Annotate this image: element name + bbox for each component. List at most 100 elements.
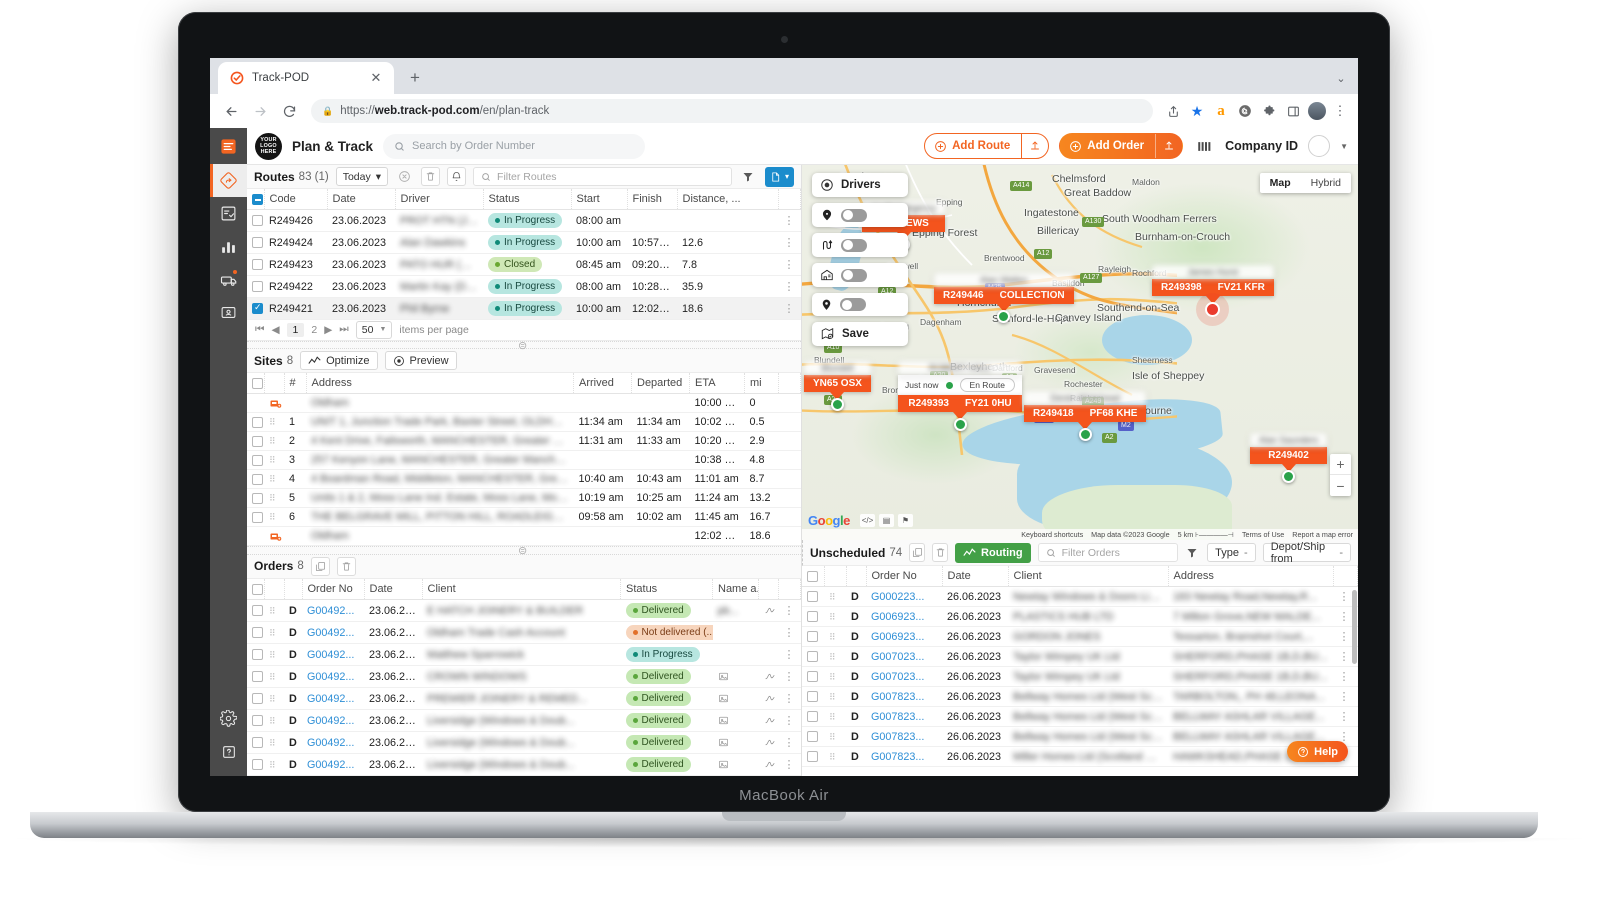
depot-row-start[interactable]: Oldham 10:00 am 0 <box>247 393 801 414</box>
drag-handle-icon[interactable]: ⠿ <box>829 632 836 642</box>
signature-icon[interactable] <box>764 671 776 682</box>
row-checkbox[interactable] <box>252 649 263 661</box>
table-row[interactable]: ⠿ D G007023... 26.06.2023 Taylor Wimpey … <box>802 646 1358 667</box>
map-type-hybrid[interactable]: Hybrid <box>1301 173 1351 193</box>
drag-handle-icon[interactable]: ⠿ <box>829 592 836 602</box>
row-checkbox[interactable] <box>807 751 818 763</box>
table-row[interactable]: ⠿ D G007823... 26.06.2023 Bellway Homes … <box>802 706 1358 727</box>
row-checkbox[interactable] <box>252 492 263 504</box>
delete-icon[interactable] <box>421 167 441 187</box>
drag-handle-icon[interactable]: ⠿ <box>269 474 276 484</box>
table-row[interactable]: ⠿ D G00492... 23.06.2023 CROWN WINDOWS D… <box>247 665 801 688</box>
search-input[interactable]: Search by Order Number <box>383 133 646 159</box>
bookmark-star-icon[interactable]: ★ <box>1186 100 1208 122</box>
row-checkbox[interactable] <box>252 435 263 447</box>
drag-handle-icon[interactable]: ⠿ <box>829 712 836 722</box>
orders-filter-input[interactable]: Filter Orders <box>1037 543 1178 562</box>
sites-orders-splitter[interactable] <box>247 544 801 558</box>
table-row[interactable]: ⠿ 5 Units 1 & 2, Moss Lane Ind. Estate, … <box>247 488 801 509</box>
map-view[interactable]: BroxbourneChelmsfordGreat BaddowMaldonEp… <box>802 165 1358 540</box>
drag-handle-icon[interactable]: ⠿ <box>269 436 276 446</box>
row-checkbox[interactable] <box>252 759 263 771</box>
table-row[interactable]: ⠿ 6 THE BELGRAVE MILL, PITTON HILL, ROAD… <box>247 507 801 528</box>
row-menu-icon[interactable]: ⋮ <box>784 671 795 683</box>
per-page-select[interactable]: 50 ▼ <box>355 320 393 339</box>
depot-row-end[interactable]: Oldham 12:02 pm 18.6 <box>247 526 801 547</box>
table-row[interactable]: ⠿ D G00492... 23.06.2023 E HATCH JOINERY… <box>247 599 801 622</box>
row-menu-icon[interactable]: ⋮ <box>784 759 795 771</box>
row-checkbox[interactable] <box>807 711 818 723</box>
row-checkbox[interactable] <box>252 671 263 683</box>
clear-selection-icon[interactable] <box>395 167 414 186</box>
optimize-button[interactable]: Optimize <box>300 351 378 371</box>
row-menu-icon[interactable]: ⋮ <box>784 259 795 271</box>
col-name[interactable]: Name a... <box>712 579 759 600</box>
geofence-toggle-row[interactable] <box>812 203 908 227</box>
col-order-no[interactable]: Order No <box>866 566 943 587</box>
cell-order-no[interactable]: G006923... <box>866 606 942 627</box>
row-checkbox[interactable] <box>252 416 263 428</box>
row-checkbox[interactable] <box>807 691 818 703</box>
trash-icon[interactable] <box>336 556 356 576</box>
unscheduled-select-all-checkbox[interactable] <box>807 570 818 582</box>
add-order-button[interactable]: Add Order <box>1059 133 1184 159</box>
table-row[interactable]: ⠿ 1 UNIT 1, Junction Trade Park, Baxter … <box>247 412 801 433</box>
table-row[interactable]: ⠿ D G000223... 26.06.2023 Newtay Windows… <box>802 586 1358 607</box>
sidebar-item-help[interactable] <box>210 735 247 768</box>
drag-handle-icon[interactable]: ⠿ <box>269 512 276 522</box>
cell-order-no[interactable]: G00492... <box>302 665 364 688</box>
save-map-button[interactable]: Save <box>812 322 908 346</box>
row-checkbox[interactable] <box>252 693 263 705</box>
row-menu-icon[interactable]: ⋮ <box>784 715 795 727</box>
map-type-switch[interactable]: Map Hybrid <box>1259 173 1351 193</box>
address-bar[interactable]: 🔒 https://web.track-pod.com/en/plan-trac… <box>311 99 1153 123</box>
pager-last[interactable]: ⏭ <box>339 323 348 336</box>
cell-order-no[interactable]: G00492... <box>302 687 364 710</box>
drag-handle-icon[interactable]: ⠿ <box>269 716 276 726</box>
trash-icon[interactable] <box>932 543 949 562</box>
table-row[interactable]: R249422 23.06.2023 Martin Kay (Daniel ..… <box>247 275 801 299</box>
sidebar-item-orders[interactable] <box>210 197 247 230</box>
row-checkbox[interactable] <box>252 511 263 523</box>
table-row[interactable]: ⠿ D G00492... 23.06.2023 Liversidge (Win… <box>247 709 801 732</box>
pin-r249398[interactable]: James Hurst R249398 FV21 KFR <box>1152 265 1274 317</box>
table-row[interactable]: ⠿ D G00492... 23.06.2023 Oldham Trade Ca… <box>247 621 801 644</box>
row-checkbox[interactable] <box>252 237 263 249</box>
row-checkbox[interactable] <box>252 627 263 639</box>
cell-order-no[interactable]: G00492... <box>302 599 364 622</box>
drag-handle-icon[interactable]: ⠿ <box>829 672 836 682</box>
row-checkbox[interactable] <box>807 651 818 663</box>
drag-handle-icon[interactable]: ⠿ <box>269 672 276 682</box>
cell-order-no[interactable]: G007823... <box>866 686 942 707</box>
arrow-right-icon[interactable] <box>247 98 273 124</box>
row-checkbox[interactable] <box>252 473 263 485</box>
unscheduled-scrollbar[interactable] <box>1352 590 1357 664</box>
pager-next[interactable]: ▶ <box>324 324 332 336</box>
preview-button[interactable]: Preview <box>384 351 457 371</box>
export-document-button[interactable]: ▾ <box>764 166 794 187</box>
table-row[interactable]: ⠿ D G00492... 23.06.2023 PREMIER JOINERY… <box>247 687 801 710</box>
row-checkbox[interactable] <box>252 215 263 227</box>
table-row[interactable]: ⠿ 3 257 Kenyon Lane, MANCHESTER, Greater… <box>247 450 801 471</box>
col-status[interactable]: Status <box>620 579 713 600</box>
pin-r249446[interactable]: Alan Wallen R249446 COLLECTION <box>934 273 1074 323</box>
photo-icon[interactable] <box>718 671 729 682</box>
pin-yn65[interactable]: Blundell YN65 OSX <box>804 361 871 411</box>
signature-icon[interactable] <box>764 737 776 748</box>
route-lines-toggle[interactable] <box>841 238 867 252</box>
drag-handle-icon[interactable]: ⠿ <box>269 760 276 770</box>
col-finish[interactable]: Finish <box>627 189 678 211</box>
photo-icon[interactable] <box>718 737 729 748</box>
code-icon[interactable]: </> <box>860 514 875 527</box>
depots-toggle[interactable] <box>841 268 867 282</box>
col-departed[interactable]: Departed <box>631 373 690 395</box>
columns-icon[interactable] <box>1193 135 1215 157</box>
cell-order-no[interactable]: G00492... <box>302 731 364 754</box>
routing-button[interactable]: Routing <box>955 542 1031 563</box>
col-index[interactable]: # <box>284 373 307 395</box>
col-client[interactable]: Client <box>1008 566 1169 587</box>
row-menu-icon[interactable]: ⋮ <box>784 627 795 639</box>
new-tab-button[interactable]: + <box>402 65 428 91</box>
cell-order-no[interactable]: G00492... <box>302 753 364 776</box>
row-checkbox[interactable] <box>252 302 263 315</box>
